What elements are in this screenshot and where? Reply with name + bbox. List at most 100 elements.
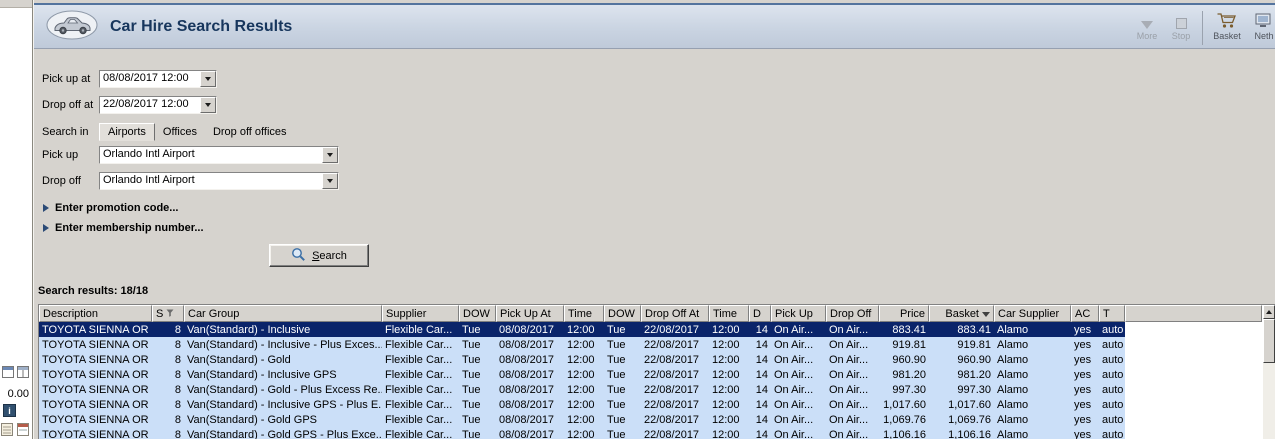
search-in-label: Search in — [42, 125, 89, 138]
pickup-at-label: Pick up at — [42, 73, 91, 85]
search-in-row: Search in Airports Offices Drop off offi… — [42, 121, 295, 142]
chevron-down-icon — [205, 103, 211, 107]
page-title: Car Hire Search Results — [110, 17, 293, 35]
note-icon[interactable] — [17, 423, 29, 439]
pickup-label: Pick up — [42, 149, 79, 161]
more-button[interactable]: More — [1130, 9, 1164, 41]
car-logo-icon — [46, 10, 98, 43]
col-dropoff-at[interactable]: Drop Off At — [641, 305, 709, 322]
col-car-group[interactable]: Car Group — [184, 305, 382, 322]
left-panel: 0.00 i — [0, 0, 33, 439]
chevron-down-icon — [327, 179, 333, 183]
pickup-combo[interactable]: Orlando Intl Airport — [99, 146, 339, 164]
pickup-at-dropdown-button[interactable] — [200, 71, 216, 87]
pickup-value: Orlando Intl Airport — [103, 148, 195, 160]
chevron-down-icon — [205, 77, 211, 81]
sort-descending-icon — [982, 311, 990, 317]
search-in-tabs: Airports Offices Drop off offices — [99, 122, 295, 141]
application-window: 0.00 i Car Hire Search Results More Stop… — [0, 0, 1275, 439]
promotion-code-toggle[interactable]: Enter promotion code... — [43, 201, 178, 215]
pickup-at-row: Pick up at 08/08/2017 12:00 — [42, 70, 217, 88]
dropoff-at-dropdown-button[interactable] — [200, 97, 216, 113]
info-icon[interactable]: i — [3, 404, 16, 417]
table-row[interactable]: TOYOTA SIENNA OR ... 8 Van(Standard) - G… — [39, 382, 1125, 397]
toolbar-separator — [1202, 11, 1203, 45]
pickup-at-combo[interactable]: 08/08/2017 12:00 — [99, 70, 217, 88]
search-button[interactable]: Search — [269, 244, 369, 267]
stop-button[interactable]: Stop — [1164, 9, 1198, 41]
more-icon — [1141, 9, 1153, 29]
network-button[interactable]: Neth — [1247, 9, 1275, 41]
table-row[interactable]: TOYOTA SIENNA OR ... 8 Van(Standard) - I… — [39, 397, 1125, 412]
col-pickup-loc[interactable]: Pick Up — [771, 305, 826, 322]
col-supplier[interactable]: Supplier — [382, 305, 459, 322]
col-price[interactable]: Price — [879, 305, 929, 322]
filter-icon — [166, 308, 174, 320]
tab-dropoff-offices[interactable]: Drop off offices — [205, 123, 295, 141]
results-grid-header: Description S Car Group Supplier DOW Pic… — [39, 305, 1262, 322]
col-car-supplier[interactable]: Car Supplier — [994, 305, 1071, 322]
col-transmission[interactable]: T — [1099, 305, 1125, 322]
panel-window-icon[interactable] — [2, 366, 14, 381]
left-panel-top-block — [0, 0, 32, 8]
col-description[interactable]: Description — [39, 305, 152, 322]
amount-label: 0.00 — [7, 388, 29, 400]
chevron-right-icon — [43, 224, 49, 232]
dropoff-value: Orlando Intl Airport — [103, 174, 195, 186]
panel-split-icon[interactable] — [17, 366, 29, 381]
col-time-dropoff[interactable]: Time — [709, 305, 749, 322]
membership-number-label: Enter membership number... — [55, 222, 204, 234]
col-dow-dropoff[interactable]: DOW — [604, 305, 641, 322]
results-grid: Description S Car Group Supplier DOW Pic… — [38, 304, 1275, 439]
table-row[interactable]: TOYOTA SIENNA OR ... 8 Van(Standard) - G… — [39, 427, 1125, 439]
col-basket[interactable]: Basket — [929, 305, 994, 322]
dropoff-at-value: 22/08/2017 12:00 — [103, 98, 189, 110]
table-row[interactable]: TOYOTA SIENNA OR ... 8 Van(Standard) - G… — [39, 412, 1125, 427]
results-summary: Search results: 18/18 — [38, 285, 149, 297]
dropoff-dropdown-button[interactable] — [322, 173, 338, 189]
table-row[interactable]: TOYOTA SIENNA OR ... 8 Van(Standard) - G… — [39, 352, 1125, 367]
col-dow-pickup[interactable]: DOW — [459, 305, 496, 322]
col-pickup-at[interactable]: Pick Up At — [496, 305, 564, 322]
results-grid-main: Description S Car Group Supplier DOW Pic… — [39, 305, 1262, 439]
tab-airports[interactable]: Airports — [99, 122, 155, 141]
magnifier-icon — [291, 247, 306, 265]
dropoff-at-combo[interactable]: 22/08/2017 12:00 — [99, 96, 217, 114]
results-rows: TOYOTA SIENNA OR ... 8 Van(Standard) - I… — [39, 322, 1125, 439]
scroll-up-button[interactable] — [1263, 305, 1275, 319]
header-toolbar: More Stop Basket Neth — [1130, 9, 1275, 45]
basket-icon — [1216, 9, 1238, 29]
promotion-code-label: Enter promotion code... — [55, 202, 179, 214]
tab-offices[interactable]: Offices — [155, 123, 205, 141]
header-bar: Car Hire Search Results More Stop Basket… — [34, 5, 1275, 49]
col-ac[interactable]: AC — [1071, 305, 1099, 322]
table-row[interactable]: TOYOTA SIENNA OR ... 8 Van(Standard) - I… — [39, 337, 1125, 352]
col-time-pickup[interactable]: Time — [564, 305, 604, 322]
table-row[interactable]: TOYOTA SIENNA OR ... 8 Van(Standard) - I… — [39, 322, 1125, 337]
network-icon — [1255, 9, 1273, 29]
col-dropoff-loc[interactable]: Drop Off — [826, 305, 879, 322]
dropoff-at-label: Drop off at — [42, 99, 94, 111]
scrollbar-thumb[interactable] — [1263, 319, 1275, 363]
search-button-label: Search — [312, 249, 347, 262]
stop-icon — [1175, 9, 1187, 29]
document-icon[interactable] — [1, 423, 13, 439]
col-seats[interactable]: S — [152, 305, 184, 322]
pickup-dropdown-button[interactable] — [322, 147, 338, 163]
dropoff-row: Drop off Orlando Intl Airport — [42, 172, 339, 190]
car-hire-window: Car Hire Search Results More Stop Basket… — [33, 0, 1275, 439]
arrow-up-icon — [1266, 310, 1272, 314]
pickup-at-value: 08/08/2017 12:00 — [103, 72, 189, 84]
chevron-right-icon — [43, 204, 49, 212]
pickup-row: Pick up Orlando Intl Airport — [42, 146, 339, 164]
membership-number-toggle[interactable]: Enter membership number... — [43, 221, 204, 235]
dropoff-combo[interactable]: Orlando Intl Airport — [99, 172, 339, 190]
chevron-down-icon — [327, 153, 333, 157]
col-days[interactable]: D — [749, 305, 771, 322]
vertical-scrollbar[interactable] — [1262, 305, 1275, 439]
dropoff-label: Drop off — [42, 175, 81, 187]
table-row[interactable]: TOYOTA SIENNA OR ... 8 Van(Standard) - I… — [39, 367, 1125, 382]
header-filler — [1125, 305, 1262, 322]
dropoff-at-row: Drop off at 22/08/2017 12:00 — [42, 96, 217, 114]
basket-button[interactable]: Basket — [1207, 9, 1247, 41]
